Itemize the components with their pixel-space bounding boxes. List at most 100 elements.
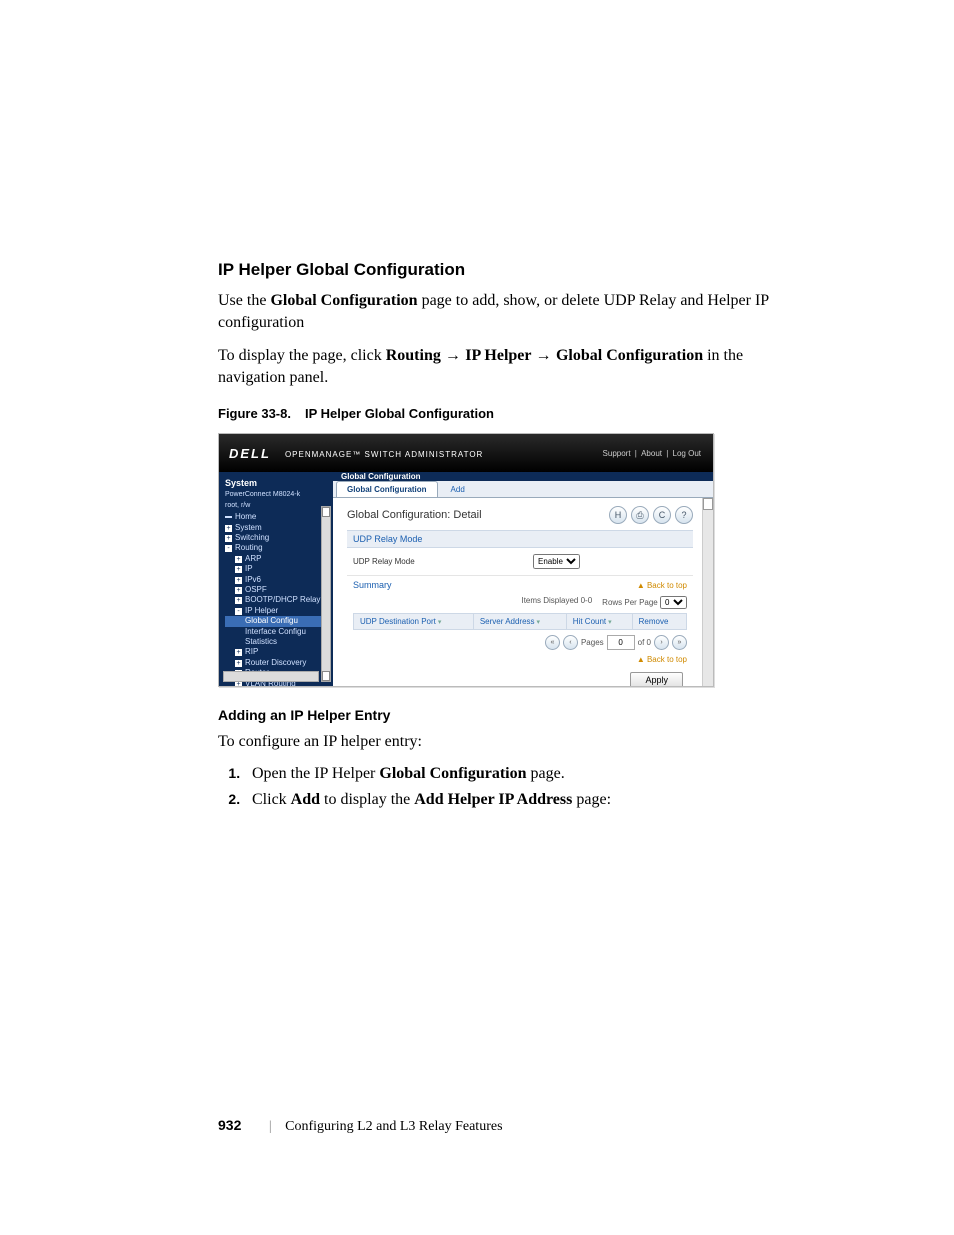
tab-add[interactable]: Add [441,482,475,497]
breadcrumb: Global Configuration [333,472,713,481]
system-user: root, r/w [225,501,329,510]
col-udp-port[interactable]: UDP Destination Port▾ [354,614,474,630]
tree-toggle-icon[interactable]: + [235,587,242,594]
nav-item-label: Statistics [245,637,277,646]
nav-item-rip[interactable]: +RIP [225,647,329,657]
breadcrumb-item: Global Configuration [333,472,429,481]
nav-item-label: Switching [235,533,269,542]
nav-item-statistics[interactable]: Statistics [225,637,329,647]
sort-icon[interactable]: ▾ [438,619,442,626]
screenshot-figure: DELL OPENMANAGE™ SWITCH ADMINISTRATOR Su… [218,433,714,687]
subsection-heading: Adding an IP Helper Entry [218,707,784,723]
nav-item-home[interactable]: Home [225,512,329,522]
col-remove: Remove [632,614,686,630]
pager: « ‹ Pages of 0 › » [347,632,693,653]
nav-item-switching[interactable]: +Switching [225,533,329,543]
nav-item-label: IPv6 [245,575,261,584]
col-hit-count[interactable]: Hit Count▾ [566,614,632,630]
udp-relay-row: UDP Relay Mode Enable [347,548,693,576]
tree-toggle-icon[interactable]: + [235,577,242,584]
nav-item-bootp-dhcp-relay[interactable]: +BOOTP/DHCP Relay [225,595,329,605]
step-2: Click Add to display the Add Helper IP A… [244,791,784,809]
nav-item-routing[interactable]: -Routing [225,543,329,553]
scroll-up-icon[interactable] [322,507,330,517]
save-icon[interactable]: H [609,506,627,524]
nav-tree[interactable]: Home+System+Switching-Routing+ARP+IP+IPv… [225,512,329,687]
refresh-icon[interactable]: C [653,506,671,524]
bold-text: Global Configuration [270,292,417,309]
nav-step-2: IP Helper [465,347,531,364]
nav-item-system[interactable]: +System [225,523,329,533]
col-server-address[interactable]: Server Address▾ [473,614,566,630]
print-icon[interactable]: ⎙ [631,506,649,524]
nav-item-ospf[interactable]: +OSPF [225,585,329,595]
back-to-top-link[interactable]: ▲ Back to top [637,581,687,590]
link-support[interactable]: Support [603,449,631,458]
sort-icon[interactable]: ▾ [537,619,541,626]
tree-toggle-icon[interactable]: + [225,525,232,532]
pager-prev-icon[interactable]: ‹ [563,635,578,650]
scroll-down-icon[interactable] [322,671,330,681]
nav-item-ip[interactable]: +IP [225,564,329,574]
apply-button[interactable]: Apply [630,672,683,687]
tree-toggle-icon[interactable]: + [235,597,242,604]
sidebar-scrollbar[interactable] [321,506,331,682]
app-subtitle: OPENMANAGE™ SWITCH ADMINISTRATOR [285,450,483,459]
nav-item-ip-helper[interactable]: -IP Helper [225,606,329,616]
arrow-icon: → [445,347,465,364]
pager-next-icon[interactable]: › [654,635,669,650]
help-icon[interactable]: ? [675,506,693,524]
udp-relay-select[interactable]: Enable [533,554,580,569]
app-titlebar: DELL OPENMANAGE™ SWITCH ADMINISTRATOR Su… [219,434,713,472]
arrow-icon: → [536,347,556,364]
link-logout[interactable]: Log Out [673,449,701,458]
tree-toggle-icon[interactable]: + [225,535,232,542]
rows-per-page-select[interactable]: 0 [660,596,687,609]
nav-item-label: IP Helper [245,606,278,615]
pager-last-icon[interactable]: » [672,635,687,650]
chapter-title: Configuring L2 and L3 Relay Features [285,1119,502,1134]
content-scrollbar[interactable] [702,498,713,687]
pager-current-input[interactable] [607,635,635,650]
figure-title: IP Helper Global Configuration [305,406,494,421]
nav-item-label: BOOTP/DHCP Relay [245,595,320,604]
section-heading: IP Helper Global Configuration [218,260,784,280]
pager-first-icon[interactable]: « [545,635,560,650]
system-title: System [225,478,329,490]
tree-toggle-icon[interactable]: + [235,649,242,656]
nav-item-router-discovery[interactable]: +Router Discovery [225,658,329,668]
link-about[interactable]: About [641,449,662,458]
tree-toggle-icon[interactable]: + [235,660,242,667]
tab-bar: Global Configuration Add [333,481,713,498]
pager-label: Pages [581,638,604,647]
page-title: Global Configuration: Detail [347,509,605,521]
header-links: Support | About | Log Out [601,449,703,458]
nav-item-label: RIP [245,647,258,656]
tree-leaf-icon [225,516,232,518]
tree-toggle-icon[interactable]: - [235,608,242,615]
tree-toggle-icon[interactable]: + [235,556,242,563]
sort-icon[interactable]: ▾ [608,619,612,626]
step-1: Open the IP Helper Global Configuration … [244,765,784,783]
scroll-up-icon[interactable] [703,498,713,510]
summary-title: Summary [353,580,637,590]
nav-item-interface-configu[interactable]: Interface Configu [225,627,329,637]
items-displayed: Items Displayed 0-0 [521,596,592,609]
udp-relay-label: UDP Relay Mode [353,557,533,566]
nav-item-label: System [235,523,262,532]
nav-item-global-configu[interactable]: Global Configu [225,616,329,626]
tab-global-configuration[interactable]: Global Configuration [336,481,438,497]
pager-of: of 0 [638,638,651,647]
nav-item-label: Home [235,512,256,521]
nav-item-label: Router Discovery [245,658,306,667]
nav-item-label: Interface Configu [245,627,306,636]
page-number: 932 [218,1117,241,1133]
dell-logo: DELL [229,446,271,461]
nav-item-ipv6[interactable]: +IPv6 [225,575,329,585]
tree-toggle-icon[interactable]: + [235,566,242,573]
nav-item-arp[interactable]: +ARP [225,554,329,564]
sidebar-hscrollbar[interactable] [223,671,319,682]
back-to-top-link[interactable]: ▲ Back to top [347,653,693,666]
nav-item-label: IP [245,564,253,573]
tree-toggle-icon[interactable]: - [225,545,232,552]
